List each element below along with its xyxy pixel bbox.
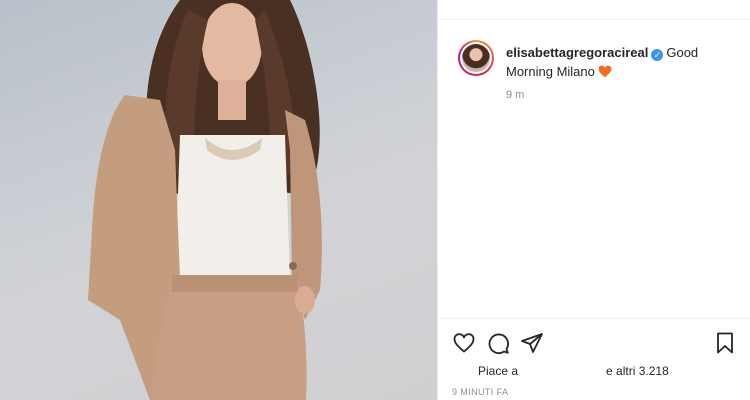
username-link[interactable]: elisabettagregoracireal xyxy=(506,45,648,60)
likes-prefix: Piace a xyxy=(478,364,519,378)
avatar-image xyxy=(462,44,490,72)
save-icon[interactable] xyxy=(713,331,737,355)
avatar-frame xyxy=(460,42,492,74)
caption-row: elisabettagregoracireal ✓ Good Morning Mil… xyxy=(458,40,738,83)
likes-summary: Piace a e altri 3.218 xyxy=(478,364,728,378)
like-icon[interactable] xyxy=(452,331,476,355)
post-details-panel: elisabettagregoracireal ✓ Good Morning Mil… xyxy=(437,0,750,400)
comment-icon[interactable] xyxy=(486,331,510,355)
likes-count-link[interactable]: e altri 3.218 xyxy=(606,364,669,378)
post-date: 9 MINUTI FA xyxy=(452,387,509,397)
action-bar xyxy=(452,331,737,355)
orange-heart-emoji xyxy=(598,64,612,83)
post-image[interactable] xyxy=(0,0,437,400)
share-icon[interactable] xyxy=(520,331,544,355)
comment-timestamp: 9 m xyxy=(506,89,525,101)
panel-header xyxy=(438,0,750,20)
divider xyxy=(438,318,750,319)
verified-badge-icon: ✓ xyxy=(651,49,664,61)
avatar[interactable] xyxy=(458,40,494,76)
caption-text: elisabettagregoracireal ✓ Good Morning Mil… xyxy=(506,40,738,83)
post-photo-illustration xyxy=(88,0,322,400)
